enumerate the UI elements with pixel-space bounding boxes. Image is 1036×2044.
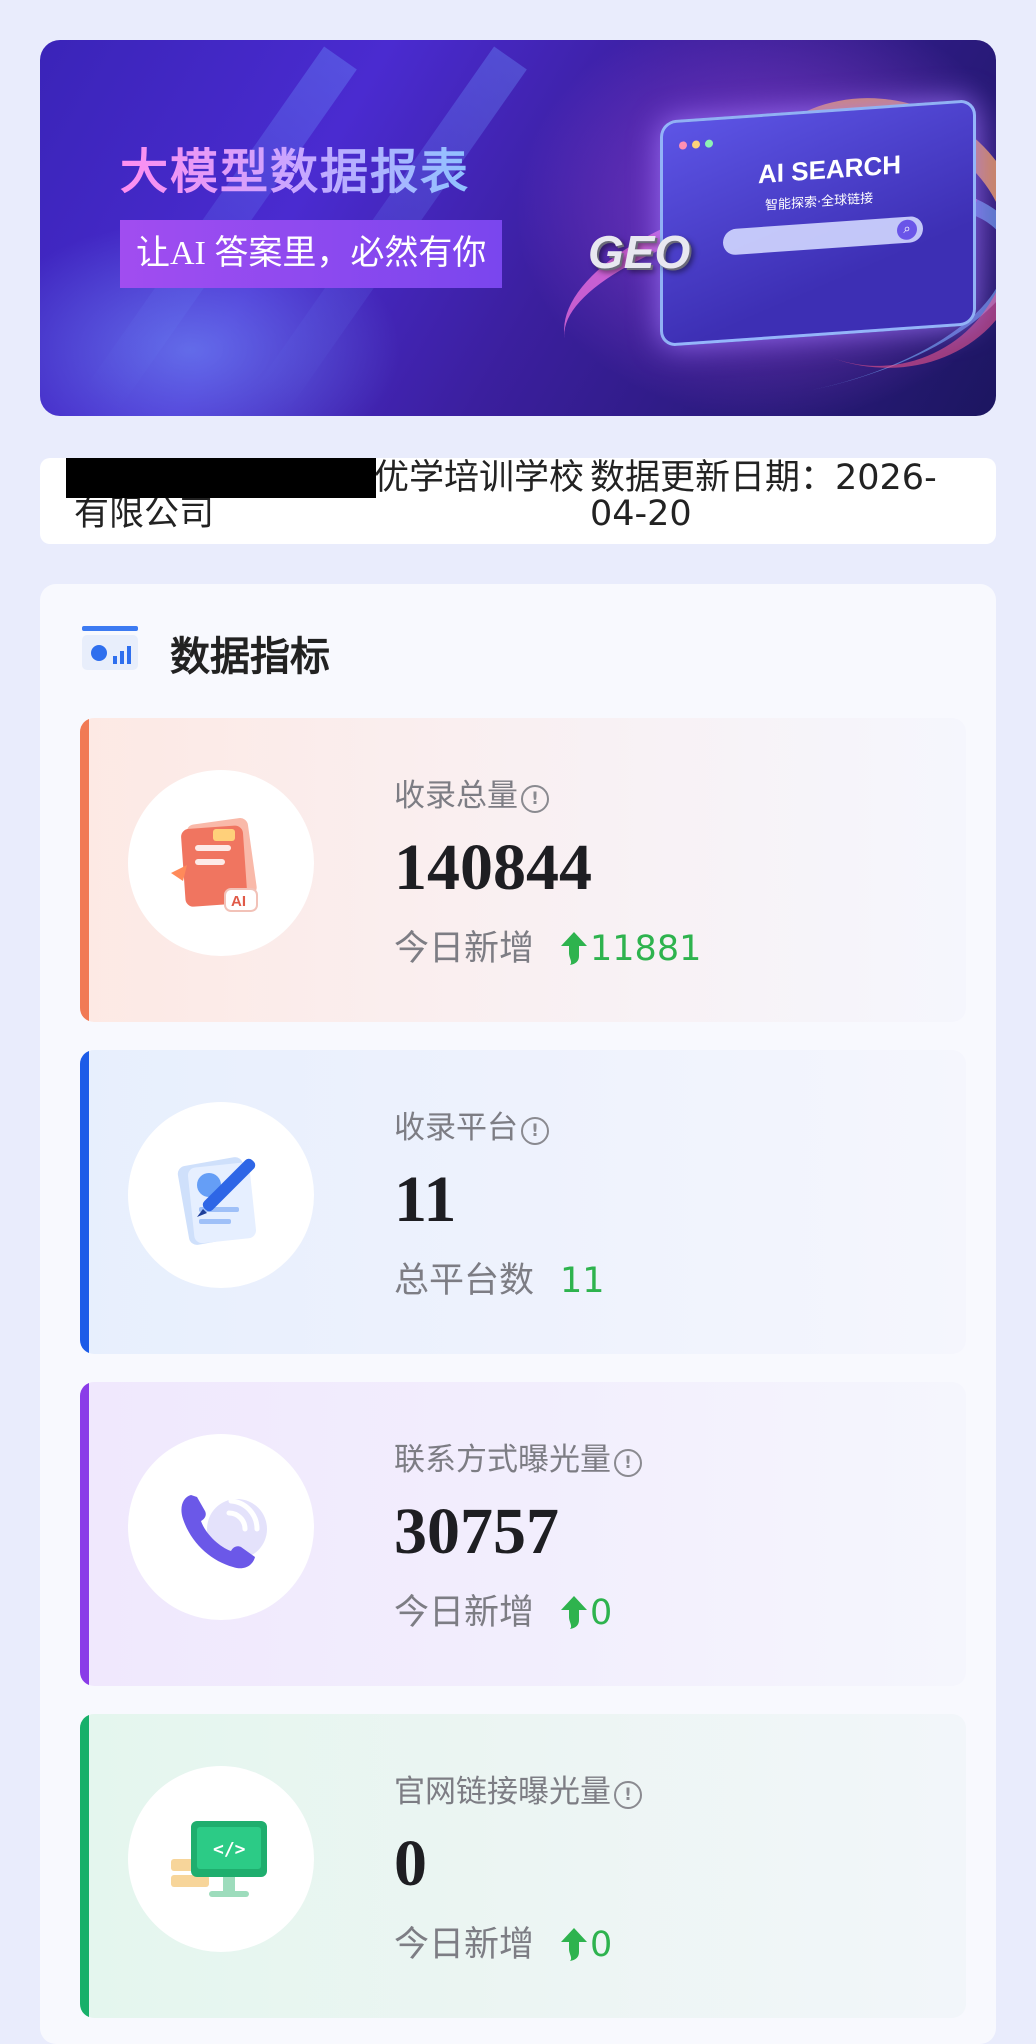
metric-card-indexed-platforms[interactable]: 收录平台! 11 总平台数 11 <box>80 1050 966 1354</box>
banner-slogan: 让AI 答案里，必然有你 <box>120 220 503 288</box>
trend-up-arrow-icon <box>561 932 588 965</box>
computer-code-icon: </> <box>171 1821 267 1897</box>
art-search-bar: ⌕ <box>723 215 923 256</box>
card-icon-container: </> <box>128 1766 314 1952</box>
metric-value: 140844 <box>394 831 592 904</box>
trend-up-arrow-icon <box>561 1596 588 1629</box>
notepad-pen-icon <box>177 1157 257 1245</box>
ai-search-art-subtitle: 智能探索·全球链接 <box>765 191 874 214</box>
card-accent-bar <box>80 1050 89 1354</box>
card-accent-bar <box>80 1714 89 2018</box>
info-icon[interactable]: ! <box>614 1781 642 1809</box>
metric-card-website-link-exposure[interactable]: </> 官网链接曝光量! 0 今日新增 0 <box>80 1714 966 2018</box>
info-icon[interactable]: ! <box>521 1117 549 1145</box>
window-dots-icon <box>679 132 718 154</box>
card-accent-bar <box>80 1382 89 1686</box>
metric-sub-line: 今日新增 0 <box>394 1584 612 1635</box>
metric-label: 官网链接曝光量! <box>394 1766 642 1811</box>
document-ai-icon: AI <box>171 817 258 912</box>
metric-sub-value: 0 <box>590 1593 613 1633</box>
info-icon[interactable]: ! <box>521 785 549 813</box>
metric-label: 联系方式曝光量! <box>394 1434 642 1479</box>
search-icon: ⌕ <box>897 219 917 241</box>
metric-value: 30757 <box>394 1495 559 1568</box>
metric-sub-line: 今日新增 0 <box>394 1916 612 1967</box>
metrics-panel: 数据指标 AI 收录总量! 140844 今日新增 11881 收录平台 ! 1… <box>40 584 996 2044</box>
geo-badge-art: GEO <box>588 226 691 278</box>
metric-sub-line: 总平台数 11 <box>394 1252 605 1303</box>
ai-search-screen-illustration: AI SEARCH 智能探索·全球链接 ⌕ <box>660 98 976 348</box>
metrics-section-icon <box>82 626 138 670</box>
info-icon[interactable]: ! <box>614 1449 642 1477</box>
card-icon-container <box>128 1434 314 1620</box>
metric-sub-label: 今日新增 <box>394 1925 535 1965</box>
metric-sub-value: 11881 <box>590 929 702 969</box>
metric-value: 0 <box>394 1827 427 1900</box>
metric-sub-line: 今日新增 11881 <box>394 920 701 971</box>
phone-icon <box>181 1495 267 1569</box>
metric-card-indexed-total[interactable]: AI 收录总量! 140844 今日新增 11881 <box>80 718 966 1022</box>
company-info-bar: 优学培训学校有限公司 数据更新日期：2026-04-20 <box>40 458 996 544</box>
metric-label: 收录平台! <box>394 1102 549 1147</box>
metrics-section-title: 数据指标 <box>170 634 330 680</box>
data-update-date: 数据更新日期：2026-04-20 <box>590 458 937 534</box>
redacted-block <box>66 458 376 498</box>
card-accent-bar <box>80 718 89 1022</box>
metric-label: 收录总量! <box>394 770 549 815</box>
metric-value: 11 <box>394 1163 457 1236</box>
banner-title: 大模型数据报表 <box>120 132 470 202</box>
card-icon-container: AI <box>128 770 314 956</box>
svg-text:</>: </> <box>213 1839 246 1860</box>
metric-sub-label: 总平台数 <box>394 1261 535 1301</box>
metric-card-contact-exposure[interactable]: 联系方式曝光量! 30757 今日新增 0 <box>80 1382 966 1686</box>
card-icon-container <box>128 1102 314 1288</box>
svg-text:AI: AI <box>231 893 246 910</box>
metric-sub-value: 0 <box>590 1925 613 1965</box>
ai-search-art-title: AI SEARCH <box>758 149 902 190</box>
metric-sub-label: 今日新增 <box>394 929 535 969</box>
metric-sub-label: 今日新增 <box>394 1593 535 1633</box>
metric-sub-value: 11 <box>560 1261 605 1301</box>
hero-banner: AI SEARCH 智能探索·全球链接 ⌕ GEO 大模型数据报表 让AI 答案… <box>40 40 996 416</box>
trend-up-arrow-icon <box>561 1928 588 1961</box>
